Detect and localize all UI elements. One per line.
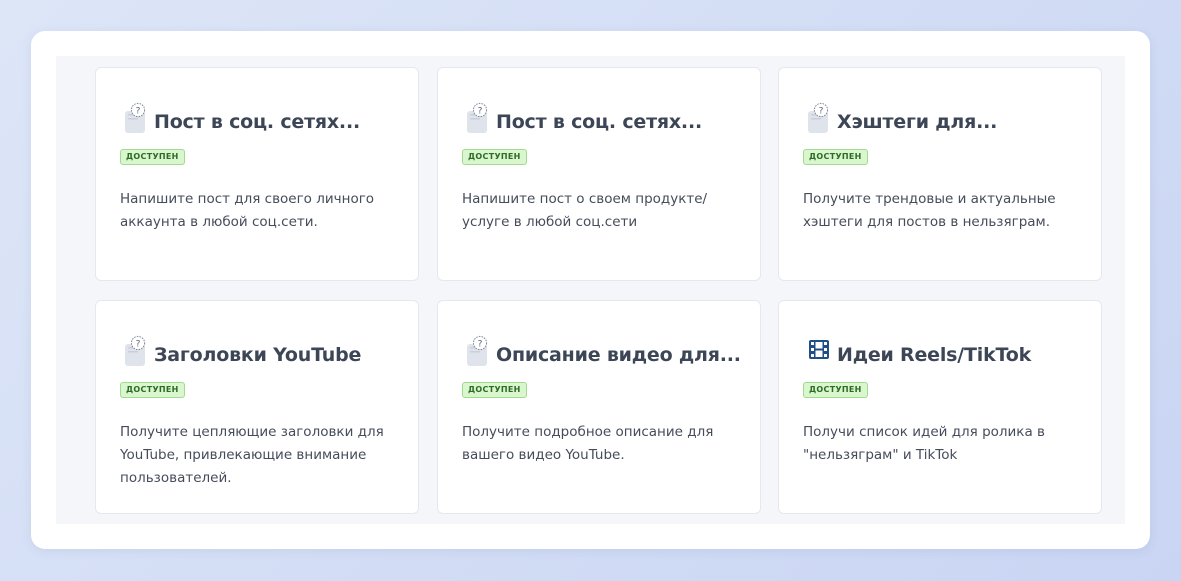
card-header: Пост в соц. сетях... — [122, 100, 360, 134]
status-badge: ДОСТУПЕН — [803, 382, 868, 398]
card-title: Описание видео для... — [496, 344, 741, 366]
question-note-icon — [464, 102, 492, 134]
card-header: Описание видео для... — [464, 333, 741, 367]
card-header: Хэштеги для... — [805, 100, 997, 134]
card-title: Хэштеги для... — [837, 111, 998, 133]
card-description: Получите трендовые и актуальные хэштеги … — [803, 191, 1056, 230]
app-window: Пост в соц. сетях... ДОСТУПЕН Напишите п… — [31, 31, 1150, 549]
question-note-icon — [805, 102, 833, 134]
template-card-hashtags[interactable]: Хэштеги для... ДОСТУПЕН Получите трендов… — [778, 67, 1102, 281]
status-badge: ДОСТУПЕН — [803, 149, 868, 165]
template-card-reels-ideas[interactable]: Идеи Reels/TikTok ДОСТУПЕН Получи список… — [778, 300, 1102, 514]
card-header: Идеи Reels/TikTok — [805, 333, 1031, 367]
card-description: Получите подробное описание для вашего в… — [462, 424, 714, 463]
template-card-video-description[interactable]: Описание видео для... ДОСТУПЕН Получите … — [437, 300, 761, 514]
card-title: Пост в соц. сетях... — [154, 111, 360, 133]
question-note-icon — [122, 335, 150, 367]
template-card-product-post[interactable]: Пост в соц. сетях... ДОСТУПЕН Напишите п… — [437, 67, 761, 281]
card-header: Заголовки YouTube — [122, 333, 361, 367]
card-title: Пост в соц. сетях... — [496, 111, 702, 133]
card-description: Напишите пост для своего личного аккаунт… — [120, 191, 375, 230]
card-description: Напишите пост о своем продукте/ услуге в… — [462, 191, 708, 230]
question-note-icon — [464, 335, 492, 367]
template-card-personal-post[interactable]: Пост в соц. сетях... ДОСТУПЕН Напишите п… — [95, 67, 419, 281]
card-header: Пост в соц. сетях... — [464, 100, 702, 134]
status-badge: ДОСТУПЕН — [120, 149, 185, 165]
question-note-icon — [122, 102, 150, 134]
card-description: Получите цепляющие заголовки для YouTube… — [120, 424, 384, 486]
status-badge: ДОСТУПЕН — [462, 382, 527, 398]
card-description: Получи список идей для ролика в "нельзяг… — [803, 424, 1045, 463]
template-card-youtube-titles[interactable]: Заголовки YouTube ДОСТУПЕН Получите цепл… — [95, 300, 419, 514]
film-frames-icon — [805, 335, 833, 367]
card-title: Заголовки YouTube — [154, 344, 362, 366]
card-title: Идеи Reels/TikTok — [837, 344, 1032, 366]
status-badge: ДОСТУПЕН — [462, 149, 527, 165]
templates-panel: Пост в соц. сетях... ДОСТУПЕН Напишите п… — [56, 56, 1125, 524]
status-badge: ДОСТУПЕН — [120, 382, 185, 398]
